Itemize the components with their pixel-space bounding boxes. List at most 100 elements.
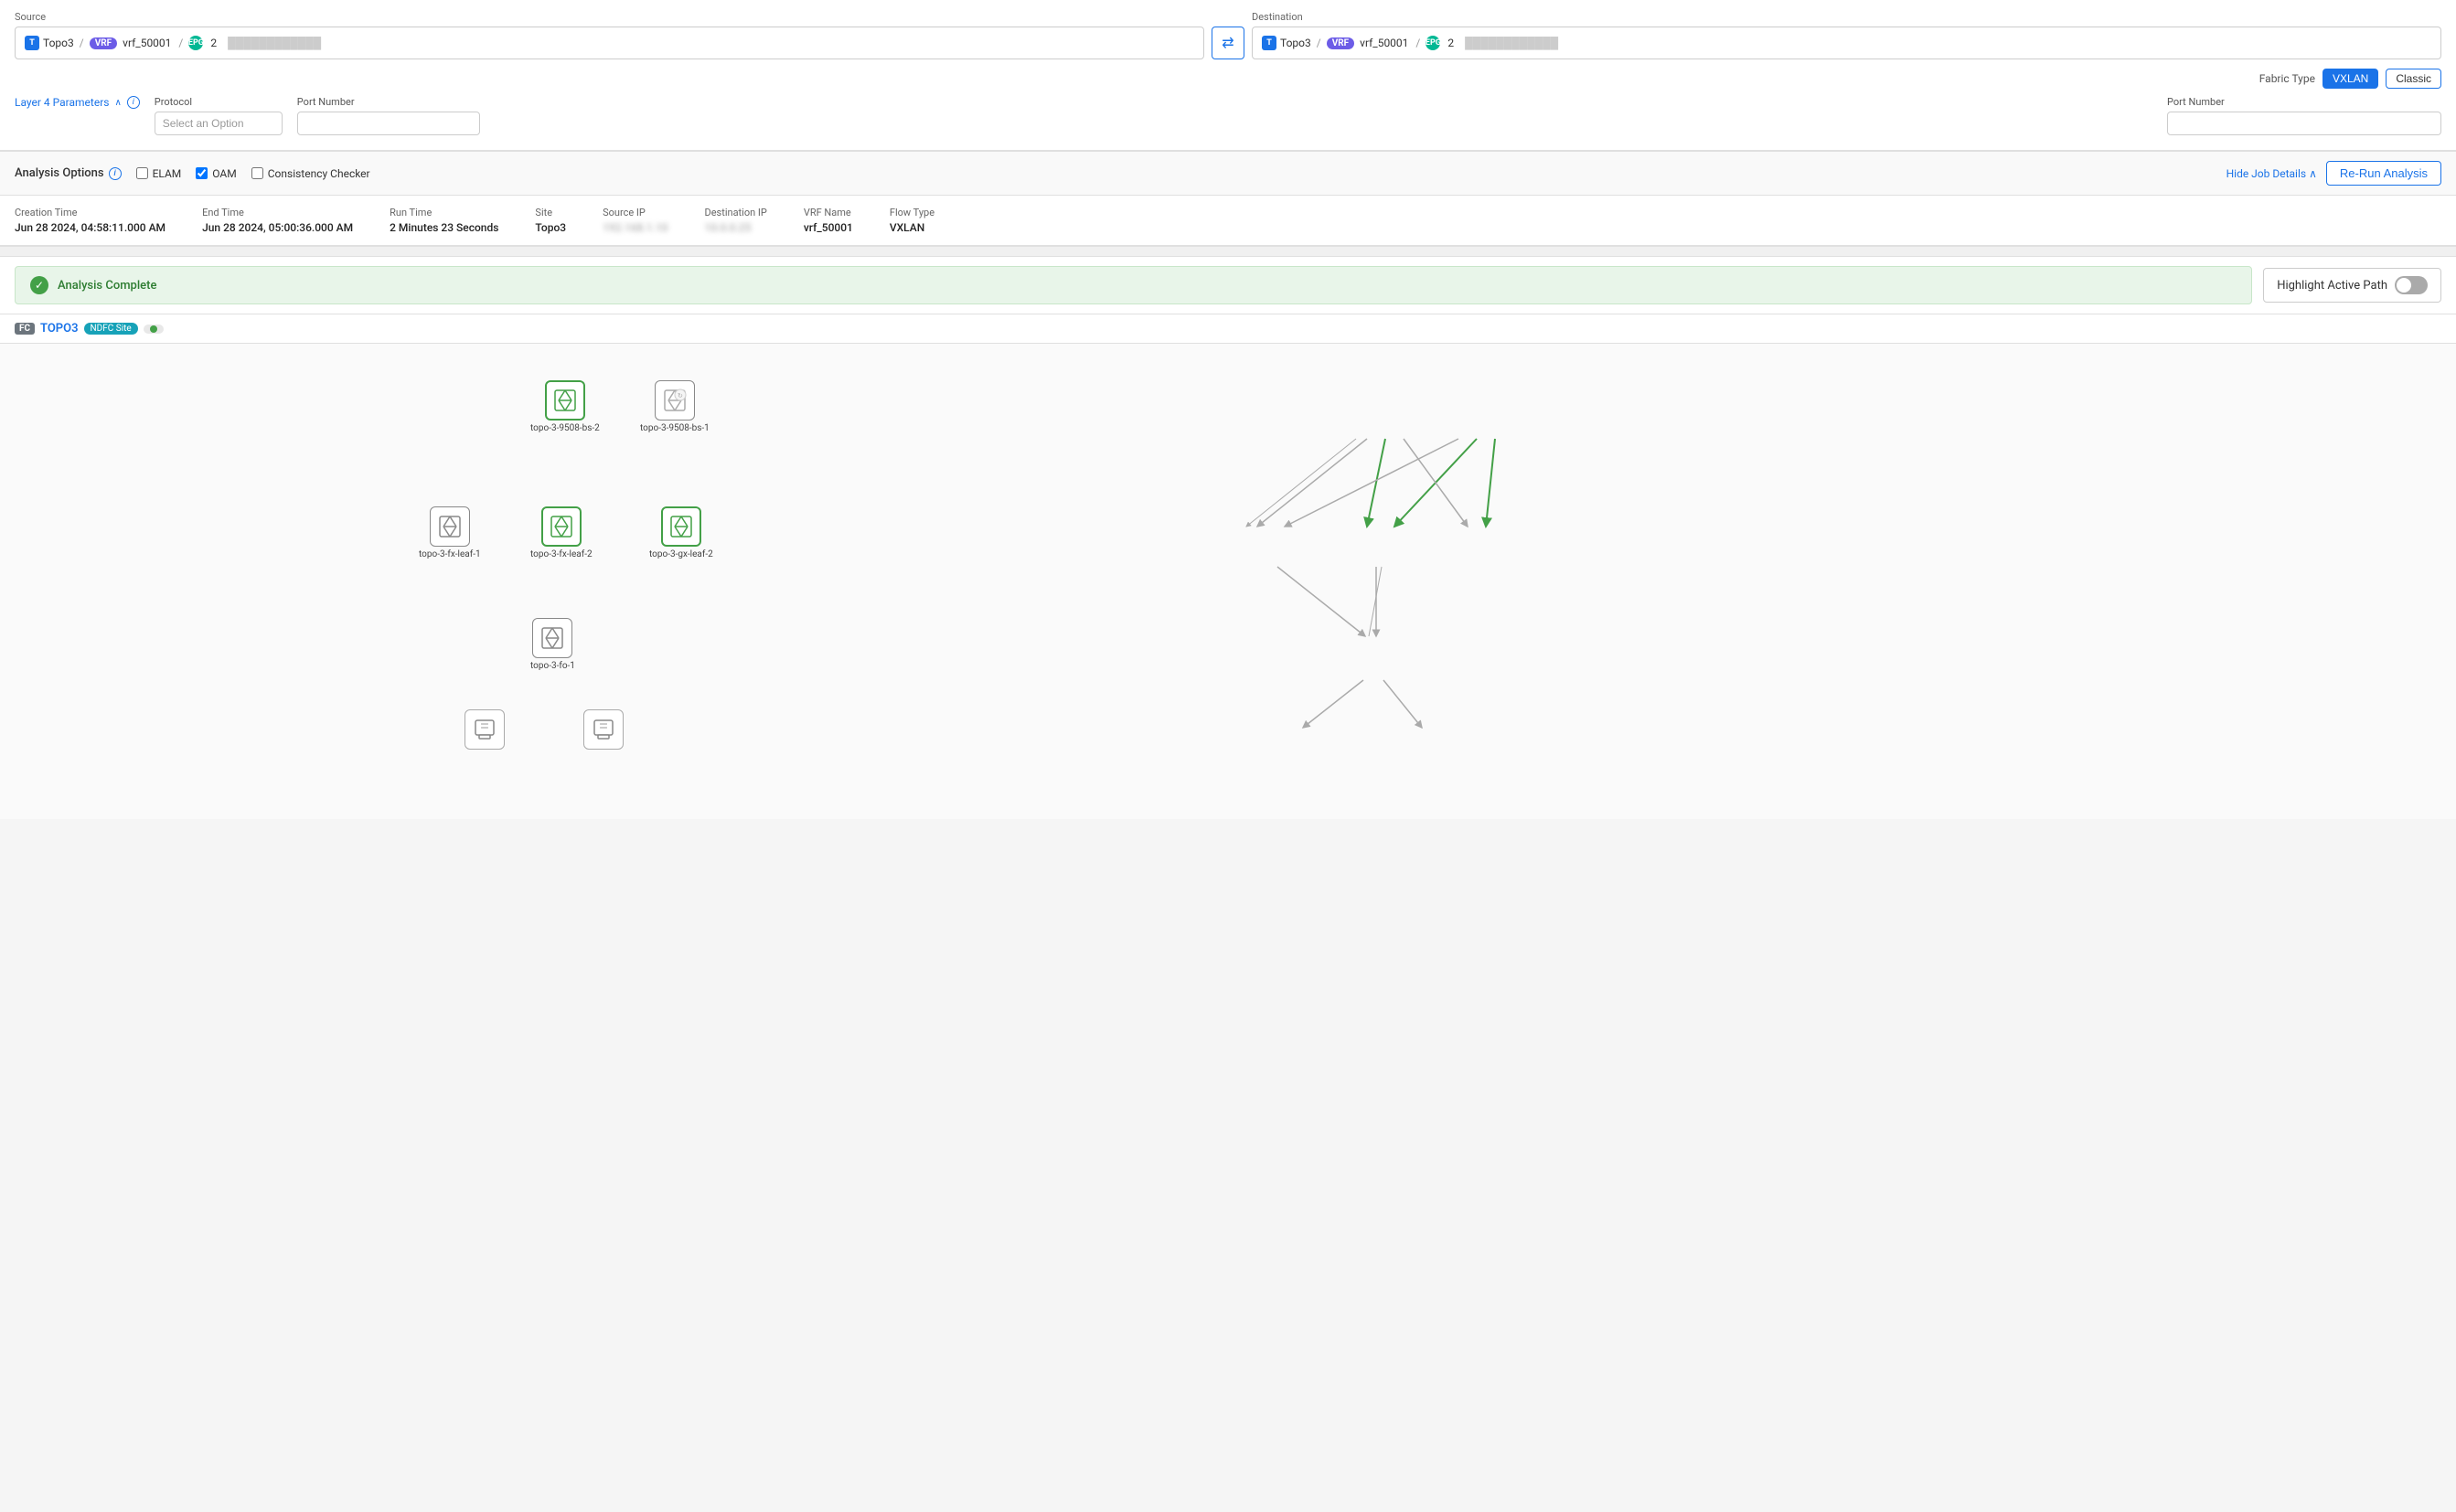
fabric-vxlan-button[interactable]: VXLAN xyxy=(2323,69,2378,89)
rc-badge: FC xyxy=(15,323,35,335)
swap-button[interactable]: ⇄ xyxy=(1212,27,1244,59)
dest-vrf-name: vrf_50001 xyxy=(1360,37,1408,49)
source-label: Source xyxy=(15,11,1204,23)
node-box-fo1 xyxy=(532,618,572,658)
chevron-up-icon: ∧ xyxy=(114,98,121,108)
vrf-name-label: VRF Name xyxy=(804,207,853,218)
port-number-dst-label: Port Number xyxy=(2167,96,2441,108)
protocol-label: Protocol xyxy=(155,96,283,108)
creation-time-label: Creation Time xyxy=(15,207,166,218)
analysis-options-label: Analysis Options xyxy=(15,166,104,180)
source-vrf-name: vrf_50001 xyxy=(123,37,171,49)
node-fx2-label: topo-3-fx-leaf-2 xyxy=(530,549,593,559)
node-server2[interactable] xyxy=(583,709,624,752)
source-input[interactable]: T Topo3 / VRF vrf_50001 / EPG 2 ████████… xyxy=(15,27,1204,59)
site-status-badge xyxy=(144,325,164,334)
dest-topo: Topo3 xyxy=(1280,37,1311,49)
job-details-panel: Creation Time Jun 28 2024, 04:58:11.000 … xyxy=(0,196,2456,246)
site-value: Topo3 xyxy=(535,221,566,234)
oam-checkbox[interactable] xyxy=(196,167,208,179)
topo3-label[interactable]: TOPO3 xyxy=(40,322,79,335)
flow-type-value: VXLAN xyxy=(890,221,934,234)
hide-job-details-text: Hide Job Details xyxy=(2226,167,2307,180)
svg-text:↻: ↻ xyxy=(678,392,683,399)
elam-label: ELAM xyxy=(153,167,182,180)
analysis-complete-bar: ✓ Analysis Complete xyxy=(15,266,2252,304)
fabric-type-label: Fabric Type xyxy=(2259,72,2315,85)
flow-type-label: Flow Type xyxy=(890,207,934,218)
port-number-src-input[interactable] xyxy=(297,112,480,135)
source-vrf-badge: VRF xyxy=(90,37,117,49)
graph-canvas: topo-3-9508-bs-2 ↻ topo-3-9508-bs-1 xyxy=(0,344,2456,819)
analysis-complete-text: Analysis Complete xyxy=(58,279,2237,293)
node-box-fx2 xyxy=(541,506,582,547)
elam-checkbox-group[interactable]: ELAM xyxy=(136,167,182,180)
consistency-checker-checkbox[interactable] xyxy=(251,167,263,179)
site-label: Site xyxy=(535,207,566,218)
dest-epg-badge: EPG xyxy=(1426,36,1440,50)
elam-checkbox[interactable] xyxy=(136,167,148,179)
rerun-analysis-button[interactable]: Re-Run Analysis xyxy=(2326,161,2441,186)
run-time-label: Run Time xyxy=(390,207,498,218)
graph-svg xyxy=(0,344,2456,819)
node-box-bs1: ↻ xyxy=(655,380,695,421)
chevron-up-icon-job: ∧ xyxy=(2309,167,2317,180)
topo-icon-source: T xyxy=(25,36,39,50)
destination-label: Destination xyxy=(1252,11,2441,23)
node-fx2[interactable]: topo-3-fx-leaf-2 xyxy=(530,506,593,559)
node-fo1[interactable]: topo-3-fo-1 xyxy=(530,618,575,671)
fabric-classic-button[interactable]: Classic xyxy=(2386,69,2441,89)
consistency-checker-checkbox-group[interactable]: Consistency Checker xyxy=(251,167,370,180)
source-ip-value: 192.168.1.10 xyxy=(603,221,667,234)
ndfc-badge: NDFC Site xyxy=(84,323,138,335)
destination-input[interactable]: T Topo3 / VRF vrf_50001 / EPG 2 ████████… xyxy=(1252,27,2441,59)
node-fx1-label: topo-3-fx-leaf-1 xyxy=(419,549,481,559)
info-icon: i xyxy=(127,96,140,109)
node-bs1[interactable]: ↻ topo-3-9508-bs-1 xyxy=(640,380,710,433)
topo-icon-dest: T xyxy=(1262,36,1276,50)
layer4-params-toggle[interactable]: Layer 4 Parameters ∧ i xyxy=(15,96,140,109)
node-box-gx2 xyxy=(661,506,701,547)
layer4-label: Layer 4 Parameters xyxy=(15,96,109,109)
node-fx1[interactable]: topo-3-fx-leaf-1 xyxy=(419,506,481,559)
node-box-server2 xyxy=(583,709,624,750)
destination-ip-value: 10.0.0.25 xyxy=(705,221,767,234)
end-time-label: End Time xyxy=(202,207,353,218)
node-bs2[interactable]: topo-3-9508-bs-2 xyxy=(530,380,600,433)
node-gx2[interactable]: topo-3-gx-leaf-2 xyxy=(649,506,713,559)
source-epg-num: 2 xyxy=(210,37,217,49)
node-gx2-label: topo-3-gx-leaf-2 xyxy=(649,549,713,559)
source-topo: Topo3 xyxy=(43,37,74,49)
oam-checkbox-group[interactable]: OAM xyxy=(196,167,236,180)
green-status-dot xyxy=(150,325,157,333)
complete-icon: ✓ xyxy=(30,276,48,294)
highlight-active-path-toggle[interactable] xyxy=(2395,276,2428,294)
node-fo1-label: topo-3-fo-1 xyxy=(530,661,575,671)
creation-time-value: Jun 28 2024, 04:58:11.000 AM xyxy=(15,221,166,234)
run-time-value: 2 Minutes 23 Seconds xyxy=(390,221,498,234)
swap-icon: ⇄ xyxy=(1222,34,1233,52)
dest-ip-blurred: ████████████ xyxy=(1465,37,1558,49)
hide-job-details-link[interactable]: Hide Job Details ∧ xyxy=(2226,167,2317,180)
node-box-server1 xyxy=(465,709,505,750)
topo-header: FC TOPO3 NDFC Site xyxy=(0,314,2456,344)
check-icon: ✓ xyxy=(35,279,44,292)
consistency-checker-label: Consistency Checker xyxy=(268,167,370,180)
node-server1[interactable] xyxy=(465,709,505,752)
dest-vrf-badge: VRF xyxy=(1327,37,1354,49)
node-box-bs2 xyxy=(545,380,585,421)
oam-label: OAM xyxy=(212,167,236,180)
node-bs1-label: topo-3-9508-bs-1 xyxy=(640,423,710,433)
destination-ip-label: Destination IP xyxy=(705,207,767,218)
source-ip-label: Source IP xyxy=(603,207,667,218)
analysis-options-bar: Analysis Options i ELAM OAM Consistency … xyxy=(0,151,2456,196)
highlight-active-path-label: Highlight Active Path xyxy=(2277,279,2387,293)
toggle-knob xyxy=(2397,278,2411,293)
end-time-value: Jun 28 2024, 05:00:36.000 AM xyxy=(202,221,353,234)
port-number-dst-input[interactable] xyxy=(2167,112,2441,135)
protocol-select[interactable]: Select an Option xyxy=(155,112,283,135)
node-box-fx1 xyxy=(430,506,470,547)
node-bs2-label: topo-3-9508-bs-2 xyxy=(530,423,600,433)
dest-epg-num: 2 xyxy=(1447,37,1454,49)
vrf-name-value: vrf_50001 xyxy=(804,221,853,234)
